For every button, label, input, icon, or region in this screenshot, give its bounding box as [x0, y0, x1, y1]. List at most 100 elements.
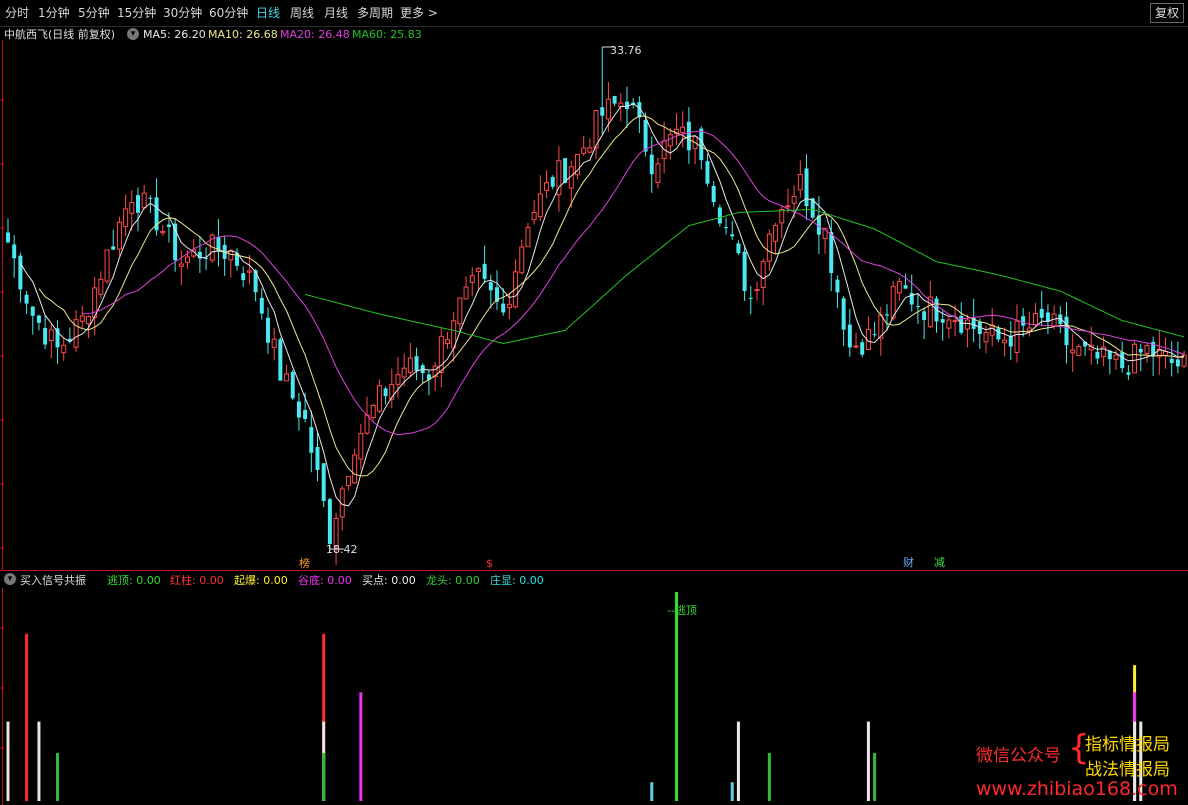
- candlestick-chart[interactable]: [0, 40, 1188, 570]
- candle-body[interactable]: [537, 193, 543, 218]
- candle-body[interactable]: [600, 107, 605, 116]
- tab-weekly[interactable]: 周线: [290, 6, 314, 20]
- candle-body[interactable]: [148, 197, 153, 199]
- candle-body[interactable]: [779, 208, 785, 224]
- candle-body[interactable]: [612, 96, 617, 104]
- candle-body[interactable]: [736, 243, 741, 254]
- signal-bar[interactable]: [866, 721, 870, 801]
- candle-body[interactable]: [376, 385, 382, 412]
- candle-body[interactable]: [55, 328, 60, 348]
- signal-bar[interactable]: [322, 752, 326, 801]
- signal-bar[interactable]: [736, 721, 740, 801]
- candle-body[interactable]: [265, 317, 270, 343]
- candle-body[interactable]: [717, 207, 722, 224]
- candle-body[interactable]: [773, 224, 779, 242]
- candle-body[interactable]: [797, 174, 803, 191]
- candle-body[interactable]: [321, 463, 326, 501]
- candle-body[interactable]: [278, 339, 283, 381]
- candle-body[interactable]: [531, 211, 537, 221]
- candle-body[interactable]: [241, 273, 246, 281]
- candle-body[interactable]: [228, 249, 234, 261]
- signal-bar[interactable]: [6, 721, 10, 801]
- candle-body[interactable]: [903, 285, 908, 289]
- candle-body[interactable]: [872, 334, 877, 336]
- candle-body[interactable]: [1138, 348, 1143, 353]
- candle-body[interactable]: [946, 319, 952, 329]
- candle-body[interactable]: [525, 227, 531, 248]
- candle-body[interactable]: [73, 319, 79, 348]
- candle-body[interactable]: [1175, 359, 1180, 367]
- candle-body[interactable]: [290, 371, 295, 399]
- candle-body[interactable]: [24, 294, 29, 304]
- candle-body[interactable]: [85, 316, 91, 325]
- candle-body[interactable]: [352, 454, 358, 484]
- candle-body[interactable]: [444, 339, 450, 344]
- candle-body[interactable]: [178, 263, 184, 267]
- candle-body[interactable]: [135, 195, 140, 213]
- candle-body[interactable]: [116, 221, 122, 250]
- candle-body[interactable]: [742, 251, 747, 291]
- candle-body[interactable]: [754, 289, 760, 292]
- candle-body[interactable]: [649, 154, 654, 175]
- tab-daily[interactable]: 日线: [256, 6, 280, 20]
- candle-body[interactable]: [1126, 372, 1131, 375]
- candle-body[interactable]: [791, 196, 797, 204]
- candle-body[interactable]: [587, 147, 593, 153]
- candle-body[interactable]: [829, 232, 834, 274]
- candle-body[interactable]: [327, 499, 332, 545]
- candle-body[interactable]: [303, 409, 308, 419]
- tab-multi-period[interactable]: 多周期: [357, 6, 393, 20]
- candle-body[interactable]: [655, 163, 661, 183]
- candle-body[interactable]: [705, 161, 710, 184]
- candle-body[interactable]: [785, 205, 791, 208]
- candle-body[interactable]: [333, 518, 339, 547]
- candle-body[interactable]: [853, 345, 859, 348]
- chevron-down-icon[interactable]: ▾: [127, 28, 139, 40]
- tab-5min[interactable]: 5分钟: [78, 6, 110, 20]
- marker-cai[interactable]: 财: [903, 557, 914, 569]
- candle-body[interactable]: [185, 256, 191, 263]
- candle-body[interactable]: [111, 246, 116, 250]
- candle-body[interactable]: [345, 476, 351, 487]
- tab-fenshi[interactable]: 分时: [5, 6, 29, 20]
- candle-body[interactable]: [1033, 313, 1039, 326]
- signal-bar[interactable]: [37, 721, 41, 801]
- candle-body[interactable]: [271, 338, 277, 348]
- candle-body[interactable]: [488, 282, 493, 291]
- candle-body[interactable]: [730, 234, 735, 237]
- candle-body[interactable]: [395, 374, 401, 385]
- candle-body[interactable]: [141, 192, 147, 209]
- candle-body[interactable]: [463, 286, 469, 300]
- candle-body[interactable]: [309, 427, 314, 453]
- candle-body[interactable]: [259, 297, 264, 314]
- candle-body[interactable]: [724, 227, 729, 229]
- candle-body[interactable]: [699, 128, 704, 161]
- signal-bar[interactable]: [767, 752, 771, 801]
- candle-body[interactable]: [438, 335, 444, 373]
- candle-body[interactable]: [104, 249, 110, 282]
- candle-body[interactable]: [964, 319, 970, 330]
- candle-body[interactable]: [996, 328, 1001, 340]
- tab-more[interactable]: 更多 >: [400, 6, 438, 20]
- candle-body[interactable]: [983, 331, 989, 343]
- candle-body[interactable]: [847, 324, 852, 348]
- candle-body[interactable]: [605, 98, 611, 120]
- candle-body[interactable]: [457, 297, 463, 325]
- candle-body[interactable]: [835, 279, 840, 293]
- candle-body[interactable]: [841, 298, 846, 330]
- candle-body[interactable]: [501, 303, 506, 313]
- tab-1min[interactable]: 1分钟: [38, 6, 70, 20]
- marker-bang[interactable]: 榜: [299, 558, 310, 570]
- candle-body[interactable]: [43, 328, 48, 345]
- tab-30min[interactable]: 30分钟: [163, 6, 202, 20]
- candle-body[interactable]: [383, 388, 388, 397]
- signal-bar[interactable]: [730, 782, 734, 801]
- candle-body[interactable]: [284, 373, 290, 382]
- candle-body[interactable]: [370, 404, 376, 418]
- candle-body[interactable]: [364, 414, 370, 434]
- candle-body[interactable]: [414, 356, 419, 372]
- candle-body[interactable]: [550, 177, 555, 187]
- candle-body[interactable]: [246, 270, 252, 273]
- candle-body[interactable]: [643, 120, 648, 152]
- candle-body[interactable]: [166, 224, 171, 227]
